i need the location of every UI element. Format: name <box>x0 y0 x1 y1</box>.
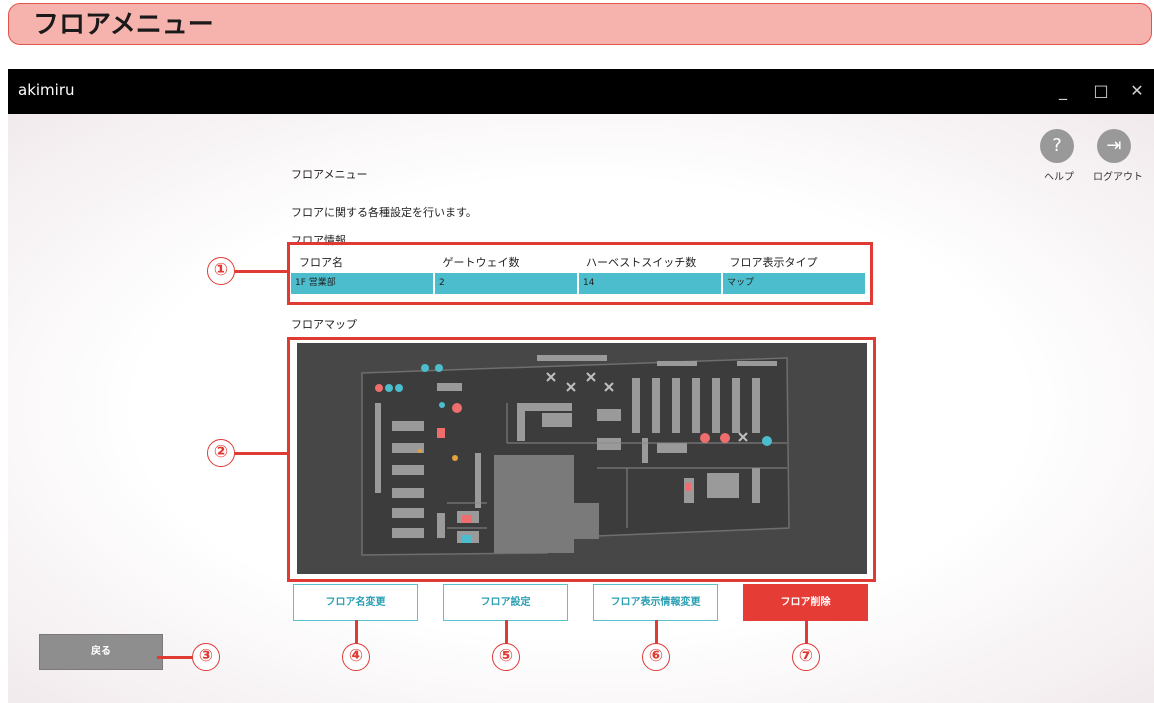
maximize-icon[interactable]: □ <box>1088 78 1114 104</box>
callout-4: ④ <box>342 643 370 671</box>
help-icon[interactable]: ? <box>1040 129 1074 163</box>
callout-6-line <box>655 620 658 644</box>
callout-7-line <box>805 620 808 644</box>
page-description: フロアに関する各種設定を行います。 <box>291 206 477 219</box>
app-name: akimiru <box>18 81 75 99</box>
window-titlebar: akimiru _ □ ✕ <box>8 69 1154 114</box>
callout-2: ② <box>207 439 235 467</box>
page-banner: フロアメニュー <box>8 3 1152 45</box>
minimize-icon[interactable]: _ <box>1050 78 1076 104</box>
callout-7: ⑦ <box>792 643 820 671</box>
callout-4-line <box>355 620 358 644</box>
callout-5: ⑤ <box>492 643 520 671</box>
close-icon[interactable]: ✕ <box>1124 78 1150 104</box>
callout-3: ③ <box>192 643 220 671</box>
floor-settings-button[interactable]: フロア設定 <box>443 584 568 621</box>
logout-label: ログアウト <box>1093 172 1143 183</box>
logout-icon[interactable]: ⇥ <box>1097 129 1131 163</box>
callout-1-line <box>235 270 287 273</box>
callout-box-2 <box>287 337 876 582</box>
help-label: ヘルプ <box>1044 172 1074 183</box>
callout-1: ① <box>207 257 235 285</box>
callout-5-line <box>505 620 508 644</box>
page-title: フロアメニュー <box>291 168 368 181</box>
delete-floor-button[interactable]: フロア削除 <box>743 584 868 621</box>
rename-floor-button[interactable]: フロア名変更 <box>293 584 418 621</box>
back-button[interactable]: 戻る <box>39 634 163 670</box>
callout-2-line <box>235 452 287 455</box>
display-info-change-button[interactable]: フロア表示情報変更 <box>593 584 718 621</box>
floor-map-label: フロアマップ <box>291 318 357 331</box>
callout-3-line <box>157 656 193 659</box>
callout-box-1 <box>287 242 873 305</box>
callout-6: ⑥ <box>642 643 670 671</box>
banner-title: フロアメニュー <box>33 10 214 40</box>
